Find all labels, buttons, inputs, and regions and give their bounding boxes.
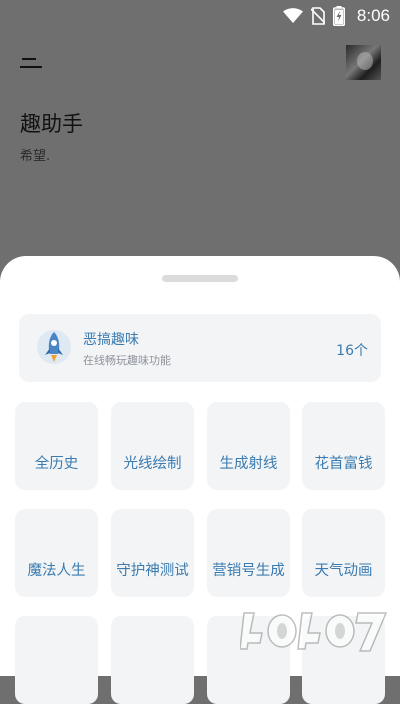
tool-tile[interactable]: 光线绘制 xyxy=(111,402,194,490)
battery-charging-icon xyxy=(332,6,345,26)
no-sim-icon xyxy=(310,7,325,25)
rocket-icon xyxy=(37,330,71,364)
category-card[interactable]: 恶搞趣味 在线畅玩趣味功能 16个 xyxy=(19,314,381,382)
status-time: 8:06 xyxy=(356,6,390,25)
tool-tile[interactable] xyxy=(111,616,194,704)
category-subtitle: 在线畅玩趣味功能 xyxy=(83,354,171,367)
tool-tile[interactable]: 花首富钱 xyxy=(302,402,385,490)
tool-tile[interactable]: 营销号生成 xyxy=(207,509,290,597)
tool-tile[interactable]: 守护神测试 xyxy=(111,509,194,597)
watermark-logo xyxy=(240,612,388,652)
tool-label: 全历史 xyxy=(34,456,79,472)
tool-tile[interactable]: 天气动画 xyxy=(302,509,385,597)
tool-label: 营销号生成 xyxy=(212,563,285,579)
tool-tile[interactable]: 生成射线 xyxy=(207,402,290,490)
tool-label: 天气动画 xyxy=(314,563,373,579)
wifi-icon xyxy=(282,8,303,23)
tool-label: 魔法人生 xyxy=(27,563,86,579)
menu-icon[interactable] xyxy=(20,55,44,73)
tool-label: 生成射线 xyxy=(219,456,278,472)
sheet-drag-handle[interactable] xyxy=(162,275,238,282)
app-subtitle: 希望. xyxy=(20,149,51,164)
category-count: 16个 xyxy=(336,343,368,359)
tool-label: 光线绘制 xyxy=(123,456,182,472)
tool-label: 守护神测试 xyxy=(116,563,189,579)
tool-tile[interactable] xyxy=(15,616,98,704)
tool-label: 花首富钱 xyxy=(314,456,373,472)
tool-tile[interactable]: 全历史 xyxy=(15,402,98,490)
category-title: 恶搞趣味 xyxy=(83,332,139,348)
status-bar: 8:06 xyxy=(0,0,400,32)
tool-tile[interactable]: 魔法人生 xyxy=(15,509,98,597)
user-avatar[interactable] xyxy=(346,45,381,80)
status-icons: 8:06 xyxy=(282,6,390,26)
app-title: 趣助手 xyxy=(20,112,83,136)
